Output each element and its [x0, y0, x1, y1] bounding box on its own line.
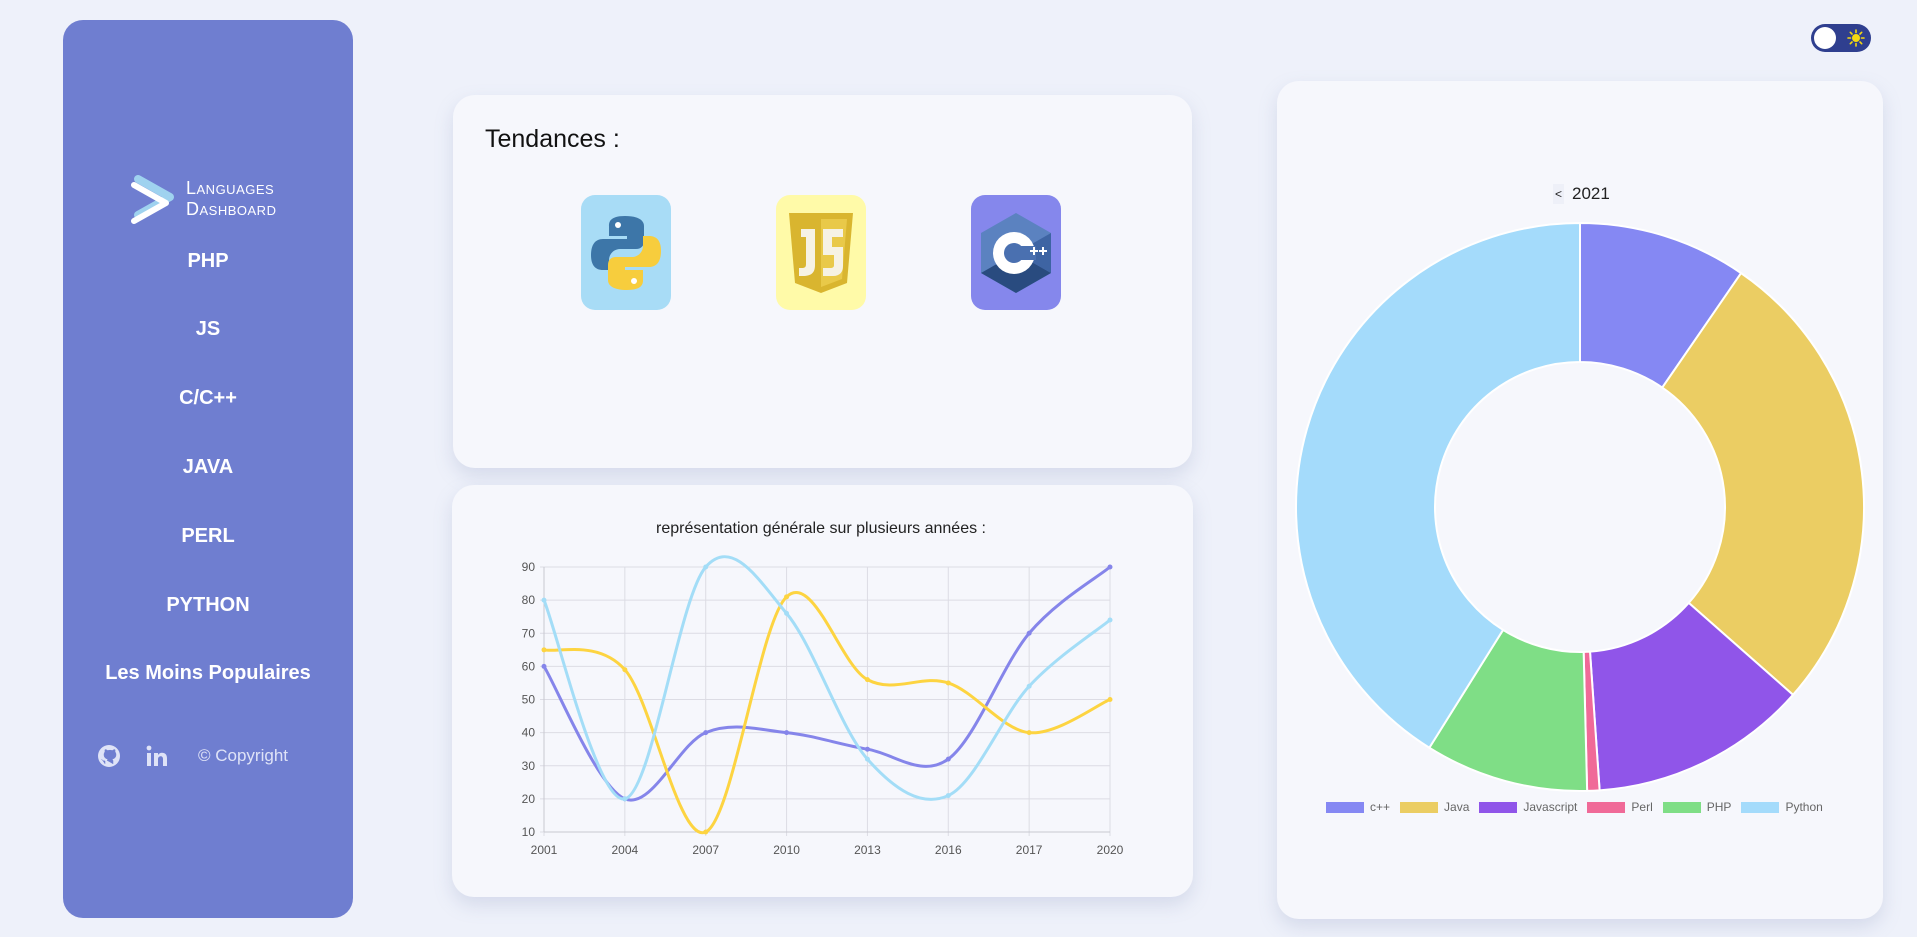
sidebar-item-cpp[interactable]: C/C++ — [63, 387, 353, 410]
legend-item[interactable]: PHP — [1662, 800, 1732, 814]
github-icon[interactable] — [96, 743, 122, 769]
legend-item[interactable]: Perl — [1587, 800, 1653, 814]
y-tick-label: 70 — [522, 626, 536, 640]
donut-legend: c++ Java Javascript Perl PHP Python — [1326, 800, 1823, 814]
line-point — [541, 663, 547, 669]
trend-tile-cpp[interactable] — [971, 195, 1061, 310]
legend-label: Perl — [1631, 800, 1653, 814]
legend-label: PHP — [1706, 800, 1732, 814]
logo-icon — [131, 175, 174, 224]
legend-label: Python — [1785, 800, 1823, 814]
logo-text: Languages Dashboard — [186, 178, 276, 220]
linkedin-icon[interactable] — [144, 743, 170, 769]
trends-title: Tendances : — [485, 125, 620, 153]
theme-toggle[interactable] — [1811, 24, 1871, 52]
sidebar: Languages Dashboard PHP JS C/C++ JAVA PE… — [63, 20, 353, 918]
legend-item[interactable]: c++ — [1326, 800, 1390, 814]
line-point — [1026, 683, 1032, 689]
line-point — [622, 796, 628, 802]
trend-tile-js[interactable] — [776, 195, 866, 310]
sidebar-item-least-popular[interactable]: Les Moins Populaires — [63, 662, 353, 685]
legend-swatch — [1587, 801, 1626, 813]
copyright-text: © Copyright — [198, 746, 289, 765]
line-point — [541, 597, 547, 603]
line-point — [945, 756, 951, 762]
previous-year-button[interactable]: < — [1553, 184, 1565, 204]
line-chart: 10 20 30 40 50 60 70 80 90 2001 2004 2007 2010 2013 20… — [522, 555, 1124, 857]
logo-line-1: Languages — [186, 178, 275, 198]
line-chart-card: représentation générale sur plusieurs an… — [452, 485, 1193, 897]
python-icon — [591, 215, 661, 290]
line-point — [703, 730, 709, 736]
toggle-knob — [1814, 27, 1836, 49]
x-tick-label: 2007 — [692, 843, 719, 857]
line-point — [784, 594, 790, 600]
line-point — [784, 610, 790, 616]
trend-tile-python[interactable] — [581, 195, 671, 310]
y-tick-label: 50 — [522, 693, 536, 707]
legend-swatch — [1326, 801, 1364, 813]
line-point — [1107, 617, 1113, 623]
line-point — [864, 677, 870, 683]
line-point — [864, 746, 870, 752]
line-point — [541, 647, 547, 653]
line-point — [864, 756, 870, 762]
line-point — [945, 793, 951, 799]
legend-swatch — [1662, 801, 1701, 813]
legend-swatch — [1741, 801, 1780, 813]
legend-item[interactable]: Python — [1741, 800, 1823, 814]
logo-line-2: Dashboard — [186, 199, 277, 219]
cpp-icon — [981, 212, 1051, 293]
js-icon — [789, 212, 853, 293]
x-tick-label: 2004 — [612, 843, 639, 857]
y-tick-label: 10 — [522, 825, 536, 839]
x-tick-label: 2001 — [531, 843, 558, 857]
line-point — [1107, 697, 1113, 702]
y-tick-label: 90 — [522, 560, 536, 574]
line-series-3 — [542, 555, 1111, 801]
legend-swatch — [1479, 801, 1518, 813]
x-tick-label: 2013 — [854, 843, 881, 857]
year-label: 2021 — [1572, 184, 1610, 203]
sidebar-item-php[interactable]: PHP — [63, 250, 353, 273]
legend-label: c++ — [1370, 800, 1391, 814]
y-tick-label: 80 — [522, 593, 536, 607]
line-point — [1026, 730, 1032, 736]
x-tick-label: 2010 — [773, 843, 800, 857]
line-point — [622, 667, 628, 673]
sidebar-item-js[interactable]: JS — [63, 318, 353, 341]
line-point — [784, 730, 790, 736]
legend-swatch — [1400, 801, 1439, 813]
sidebar-item-java[interactable]: JAVA — [63, 456, 353, 479]
line-point — [1026, 630, 1032, 636]
legend-item[interactable]: Java — [1400, 800, 1469, 814]
y-tick-label: 60 — [522, 659, 536, 673]
y-tick-label: 20 — [522, 792, 536, 806]
line-point — [703, 564, 709, 570]
legend-label: Java — [1444, 800, 1470, 814]
donut-card — [1277, 81, 1883, 919]
x-tick-label: 2020 — [1097, 843, 1124, 857]
line-point — [703, 829, 709, 835]
sidebar-item-perl[interactable]: PERL — [63, 525, 353, 548]
line-point — [1107, 564, 1113, 570]
sidebar-footer: © Copyright — [96, 743, 288, 769]
legend-item[interactable]: Javascript — [1479, 800, 1577, 814]
y-tick-label: 40 — [522, 726, 536, 740]
legend-label: Javascript — [1523, 800, 1578, 814]
y-tick-label: 30 — [522, 759, 536, 773]
trends-card: Tendances : — [453, 95, 1192, 468]
x-tick-label: 2016 — [935, 843, 962, 857]
sidebar-item-python[interactable]: PYTHON — [63, 594, 353, 617]
sun-icon — [1847, 29, 1865, 47]
line-point — [945, 680, 951, 686]
x-tick-label: 2017 — [1016, 843, 1043, 857]
year-selector: < 2021 — [1553, 184, 1610, 204]
app-logo[interactable]: Languages Dashboard — [128, 173, 276, 225]
